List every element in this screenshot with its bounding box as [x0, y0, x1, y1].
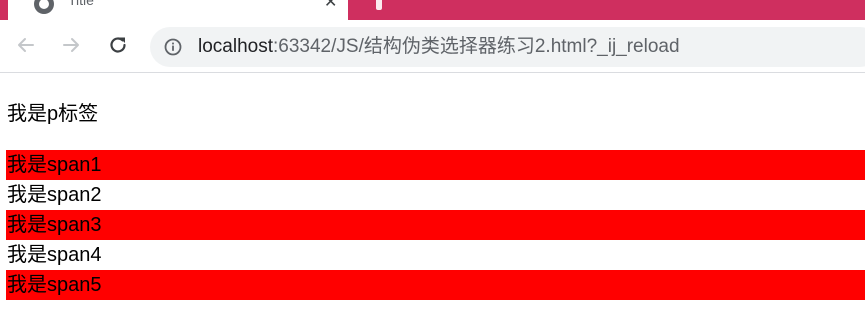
globe-icon: [34, 0, 54, 14]
url-host: localhost: [198, 36, 273, 57]
info-icon[interactable]: [164, 38, 182, 56]
back-button[interactable]: [13, 32, 39, 58]
span-item-5: 我是span5: [6, 270, 865, 300]
paragraph-text: 我是p标签: [7, 103, 99, 125]
tab-edge: [376, 0, 382, 10]
page-content: 我是p标签 我是span1 我是span2 我是span3 我是span4 我是…: [0, 74, 865, 315]
reload-icon: [110, 37, 126, 53]
address-bar[interactable]: localhost:63342/JS/结构伪类选择器练习2.html?_ij_r…: [150, 27, 865, 67]
url-path: :63342/JS/结构伪类选择器练习2.html?_ij_reload: [273, 36, 680, 57]
span-item-1: 我是span1: [6, 150, 865, 180]
span-item-4: 我是span4: [7, 244, 102, 266]
arrow-left-icon: [18, 38, 34, 52]
tab-title: Title: [68, 0, 94, 8]
browser-tab[interactable]: Title ✕: [8, 0, 348, 20]
span-item-2: 我是span2: [7, 184, 102, 206]
forward-button[interactable]: [58, 32, 84, 58]
arrow-right-icon: [63, 38, 79, 52]
url-text[interactable]: localhost:63342/JS/结构伪类选择器练习2.html?_ij_r…: [198, 36, 680, 58]
close-icon[interactable]: ✕: [324, 0, 337, 10]
reload-button[interactable]: [105, 32, 131, 58]
browser-toolbar: localhost:63342/JS/结构伪类选择器练习2.html?_ij_r…: [0, 20, 865, 73]
span-item-3: 我是span3: [6, 210, 865, 240]
tab-strip: Title ✕: [0, 0, 865, 20]
